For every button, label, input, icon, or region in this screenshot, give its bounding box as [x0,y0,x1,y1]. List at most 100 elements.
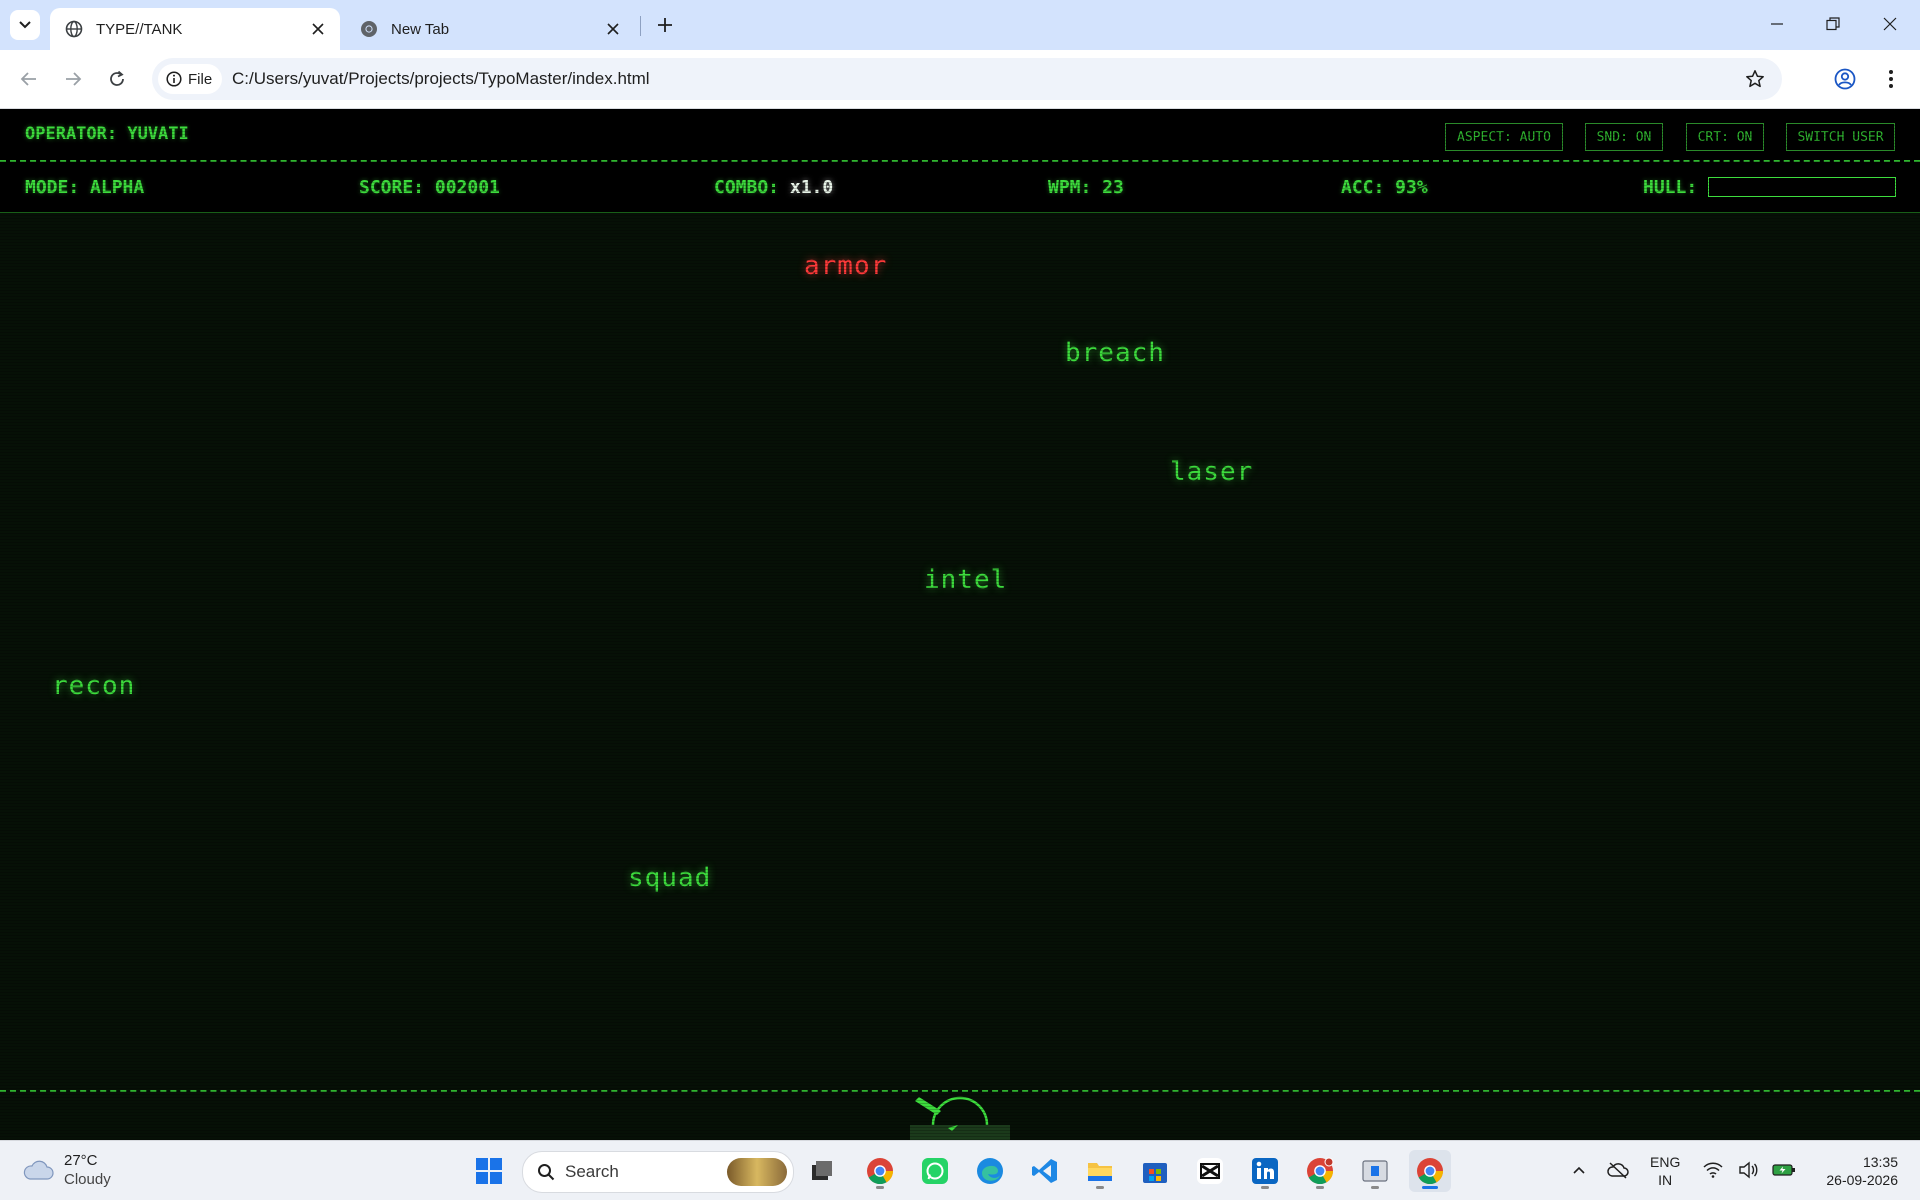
weather-temp: 27°C [64,1152,98,1169]
tab-separator [640,16,641,36]
chrome-icon [1417,1158,1444,1185]
restore-icon [1826,17,1840,31]
region-code: IN [1658,1172,1673,1188]
tank-turret-icon [910,1096,1010,1140]
operator-label: OPERATOR: YUVATI [25,124,189,144]
onedrive-button[interactable] [1603,1155,1633,1185]
switch-user-button[interactable]: SWITCH USER [1786,123,1895,151]
taskbar-whatsapp[interactable] [914,1150,956,1192]
profile-button[interactable] [1828,62,1862,96]
tab-typetank[interactable]: TYPE//TANK [50,8,340,50]
taskbar-vscode[interactable] [1024,1150,1066,1192]
menu-button[interactable] [1874,62,1908,96]
clock-time: 13:35 [1862,1154,1898,1170]
cloud-off-icon [1607,1162,1629,1179]
system-clock[interactable]: 13:35 26-09-2026 [1818,1153,1898,1189]
taskbar-search[interactable]: Search [522,1151,794,1193]
windows-icon [476,1158,502,1184]
profile-icon [1834,68,1856,90]
battery-charging-icon [1772,1164,1795,1176]
sound-button[interactable]: SND: ON [1585,123,1663,151]
store-icon [1143,1163,1167,1183]
capcut-icon [1197,1158,1223,1184]
taskbar-linkedin[interactable] [1244,1150,1286,1192]
taskbar-chrome-active[interactable] [1409,1150,1451,1192]
falling-word: armor [804,251,888,281]
aspect-button[interactable]: ASPECT: AUTO [1445,123,1563,151]
taskbar-capcut[interactable] [1189,1150,1231,1192]
arrow-left-icon [20,72,36,86]
show-hidden-icons-button[interactable] [1564,1155,1594,1185]
score-stat: SCORE: 002001 [359,177,500,198]
bookmark-button[interactable] [1740,64,1770,94]
app-window-icon [1362,1160,1388,1182]
task-view-icon [812,1161,832,1180]
forward-button[interactable] [56,62,90,96]
globe-icon [64,19,84,39]
wpm-stat: WPM: 23 [1048,177,1124,198]
speaker-icon [1739,1161,1758,1179]
volume-button[interactable] [1733,1155,1763,1185]
new-tab-button[interactable] [650,10,680,40]
info-icon [166,71,182,87]
minimize-button[interactable] [1754,4,1800,44]
tab-new-tab[interactable]: New Tab [345,8,635,50]
running-indicator [1261,1186,1269,1189]
url-text[interactable]: C:/Users/yuvat/Projects/projects/TypoMas… [232,58,650,100]
combo-stat: COMBO: x1.0 [714,177,833,198]
minimize-icon [1771,23,1783,25]
windows-taskbar: 27°C Cloudy Search ENG IN 13:35 26-09-20… [0,1140,1920,1200]
tab-search-button[interactable] [10,10,40,40]
running-indicator [1371,1186,1379,1189]
close-window-button[interactable] [1867,4,1913,44]
start-button[interactable] [468,1150,510,1192]
close-icon [1883,17,1897,31]
falling-word: laser [1170,457,1254,487]
site-info-chip[interactable]: File [158,64,223,94]
battery-button[interactable] [1769,1155,1799,1185]
mode-stat: MODE: ALPHA [25,177,145,198]
hull-label: HULL: [1643,177,1698,198]
tab-strip: TYPE//TANK New Tab [0,0,1920,50]
search-highlight-image [727,1158,787,1186]
weather-condition: Cloudy [64,1171,111,1188]
reload-icon [110,70,124,86]
taskbar-store[interactable] [1134,1150,1176,1192]
stats-bar: MODE: ALPHA SCORE: 002001 COMBO: x1.0 WP… [0,162,1920,213]
reload-button[interactable] [100,62,134,96]
wifi-icon [1703,1162,1723,1178]
running-indicator [1096,1186,1104,1189]
back-button[interactable] [12,62,46,96]
taskbar-app-window[interactable] [1354,1150,1396,1192]
cloud-icon [23,1160,54,1180]
browser-toolbar: File C:/Users/yuvat/Projects/projects/Ty… [0,50,1920,109]
close-tab-icon[interactable] [304,15,332,43]
crt-button[interactable]: CRT: ON [1686,123,1764,151]
edge-icon [977,1158,1003,1184]
task-view-button[interactable] [801,1150,843,1192]
combo-value: x1.0 [789,177,834,198]
taskbar-chrome[interactable] [859,1150,901,1192]
whatsapp-icon [922,1158,948,1184]
language-indicator[interactable]: ENG IN [1650,1153,1680,1189]
running-indicator [876,1186,884,1189]
chrome-icon [1307,1157,1334,1185]
falling-word: recon [52,671,136,701]
taskbar-edge[interactable] [969,1150,1011,1192]
chevron-down-icon [19,21,31,29]
weather-widget[interactable]: 27°C Cloudy [22,1151,111,1189]
game-viewport[interactable]: OPERATOR: YUVATI ASPECT: AUTO SND: ON CR… [0,109,1920,1140]
close-tab-icon[interactable] [599,15,627,43]
taskbar-chrome-profile[interactable] [1299,1150,1341,1192]
vscode-icon [1032,1159,1057,1183]
active-indicator [1422,1186,1438,1189]
chrome-icon [359,19,379,39]
site-info-label: File [188,70,213,88]
restore-button[interactable] [1810,4,1856,44]
taskbar-file-explorer[interactable] [1079,1150,1121,1192]
search-icon [538,1164,555,1181]
wifi-button[interactable] [1698,1155,1728,1185]
language-code: ENG [1650,1154,1681,1170]
accuracy-stat: ACC: 93% [1341,177,1428,198]
address-bar[interactable]: File C:/Users/yuvat/Projects/projects/Ty… [152,58,1782,100]
